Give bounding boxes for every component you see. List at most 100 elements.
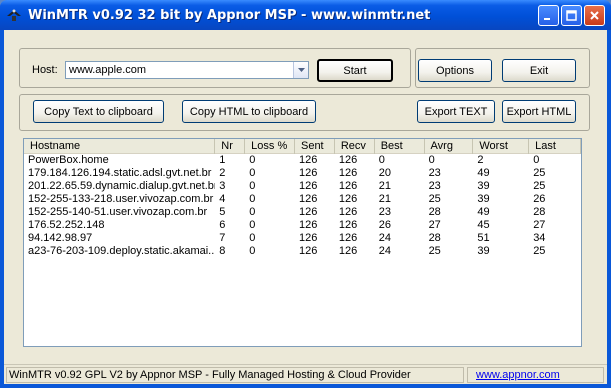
table-cell: 201.22.65.59.dynamic.dialup.gvt.net.br (28, 180, 216, 192)
exit-button[interactable]: Exit (502, 59, 576, 82)
table-cell: 1 (219, 154, 226, 166)
appnor-link[interactable]: www.appnor.com (467, 367, 604, 383)
table-cell: 39 (477, 180, 490, 192)
table-cell: 126 (338, 206, 358, 218)
host-combobox[interactable]: www.apple.com (65, 61, 309, 79)
table-cell: 20 (378, 167, 391, 179)
table-cell: PowerBox.home (28, 154, 109, 166)
table-cell: 49 (477, 206, 490, 218)
table-cell: 25 (533, 167, 546, 179)
table-cell: 39 (477, 193, 490, 205)
table-cell: 126 (338, 245, 358, 257)
table-cell: 26 (378, 219, 391, 231)
table-cell: 0 (249, 167, 256, 179)
table-cell: 126 (299, 206, 318, 218)
column-header-loss[interactable]: Loss % (245, 139, 295, 154)
table-cell: 176.52.252.148 (28, 219, 105, 231)
table-cell: 23 (428, 180, 441, 192)
column-header-recv[interactable]: Recv (335, 139, 375, 154)
results-table[interactable]: Hostname Nr Loss % Sent Recv Best Avrg Worst Las… (23, 138, 582, 347)
table-cell: 126 (299, 219, 318, 231)
table-cell: 152-255-133-218.user.vivozap.com.br (28, 193, 214, 205)
table-cell: 94.142.98.97 (28, 232, 93, 244)
table-cell: 0 (378, 154, 385, 166)
table-cell: 24 (378, 232, 391, 244)
table-row[interactable]: 94.142.98.97 7 0 126 126 24 28 51 34 (24, 232, 581, 245)
column-header-nr[interactable]: Nr (215, 139, 246, 154)
table-cell: 26 (533, 193, 546, 205)
table-cell: 0 (249, 232, 256, 244)
table-cell: 126 (338, 180, 358, 192)
column-header-avrg[interactable]: Avrg (425, 139, 474, 154)
table-cell: 0 (249, 245, 256, 257)
table-row[interactable]: 152-255-140-51.user.vivozap.com.br 5 0 126 1… (24, 206, 581, 219)
table-cell: 179.184.126.194.static.adsl.gvt.net.br (28, 167, 212, 179)
table-row[interactable]: 176.52.252.148 6 0 126 126 26 27 45 27 (24, 219, 581, 232)
table-cell: 0 (249, 154, 256, 166)
table-cell: 126 (299, 154, 318, 166)
table-row[interactable]: 179.184.126.194.static.adsl.gvt.net.br 2 0… (24, 167, 581, 180)
table-cell: 126 (338, 154, 358, 166)
table-cell: a23-76-203-109.deploy.static.akamai... (28, 245, 216, 257)
table-cell: 2 (219, 167, 226, 179)
table-cell: 126 (299, 232, 318, 244)
host-input[interactable]: www.apple.com (66, 64, 293, 76)
copy-html-button[interactable]: Copy HTML to clipboard (182, 100, 316, 123)
client-area: Host: www.apple.com Start Options Exit C… (4, 30, 607, 384)
close-button[interactable] (584, 4, 605, 26)
close-icon (590, 10, 599, 20)
start-button[interactable]: Start (317, 59, 393, 82)
table-cell: 8 (219, 245, 226, 257)
table-cell: 7 (219, 232, 226, 244)
table-cell: 24 (378, 245, 391, 257)
column-header-best[interactable]: Best (375, 139, 425, 154)
dropdown-arrow-button[interactable] (293, 62, 308, 78)
table-cell: 126 (338, 232, 358, 244)
table-cell: 25 (533, 245, 546, 257)
export-text-button[interactable]: Export TEXT (417, 100, 495, 123)
table-cell: 25 (533, 180, 546, 192)
status-text: WinMTR v0.92 GPL V2 by Appnor MSP - Full… (6, 367, 464, 383)
table-row[interactable]: PowerBox.home 1 0 126 126 0 0 2 0 (24, 154, 581, 167)
table-cell: 25 (428, 245, 441, 257)
winmtr-window: WinMTR v0.92 32 bit by Appnor MSP - www.… (0, 0, 611, 388)
table-cell: 3 (219, 180, 226, 192)
table-cell: 34 (533, 232, 546, 244)
maximize-button[interactable] (561, 4, 582, 26)
minimize-button[interactable] (538, 4, 559, 26)
options-button[interactable]: Options (418, 59, 492, 82)
copy-text-button[interactable]: Copy Text to clipboard (33, 100, 164, 123)
table-cell: 23 (378, 206, 391, 218)
table-cell: 4 (219, 193, 226, 205)
column-header-worst[interactable]: Worst (473, 139, 530, 154)
chevron-down-icon (297, 68, 305, 72)
table-cell: 27 (533, 219, 546, 231)
table-row[interactable]: 152-255-133-218.user.vivozap.com.br 4 0 126… (24, 193, 581, 206)
export-html-button[interactable]: Export HTML (502, 100, 576, 123)
column-header-hostname[interactable]: Hostname (24, 139, 216, 154)
table-cell: 126 (299, 245, 318, 257)
table-cell: 126 (299, 180, 318, 192)
minimize-icon (544, 17, 550, 20)
window-title: WinMTR v0.92 32 bit by Appnor MSP - www.… (28, 7, 431, 23)
table-cell: 126 (299, 193, 318, 205)
table-cell: 0 (428, 154, 435, 166)
table-cell: 21 (378, 180, 391, 192)
table-row[interactable]: 201.22.65.59.dynamic.dialup.gvt.net.br 3 0… (24, 180, 581, 193)
table-cell: 25 (428, 193, 441, 205)
winmtr-app-icon (6, 7, 22, 23)
table-cell: 39 (477, 245, 490, 257)
title-bar[interactable]: WinMTR v0.92 32 bit by Appnor MSP - www.… (0, 0, 611, 30)
column-header-last[interactable]: Last (529, 139, 581, 154)
table-cell: 0 (533, 154, 540, 166)
host-label: Host: (32, 64, 58, 76)
table-cell: 5 (219, 206, 226, 218)
table-row[interactable]: a23-76-203-109.deploy.static.akamai... 8 0… (24, 245, 581, 258)
table-cell: 45 (477, 219, 490, 231)
table-cell: 23 (428, 167, 441, 179)
table-cell: 21 (378, 193, 391, 205)
table-cell: 0 (249, 219, 256, 231)
table-cell: 51 (477, 232, 490, 244)
table-cell: 126 (338, 219, 358, 231)
column-header-sent[interactable]: Sent (295, 139, 335, 154)
